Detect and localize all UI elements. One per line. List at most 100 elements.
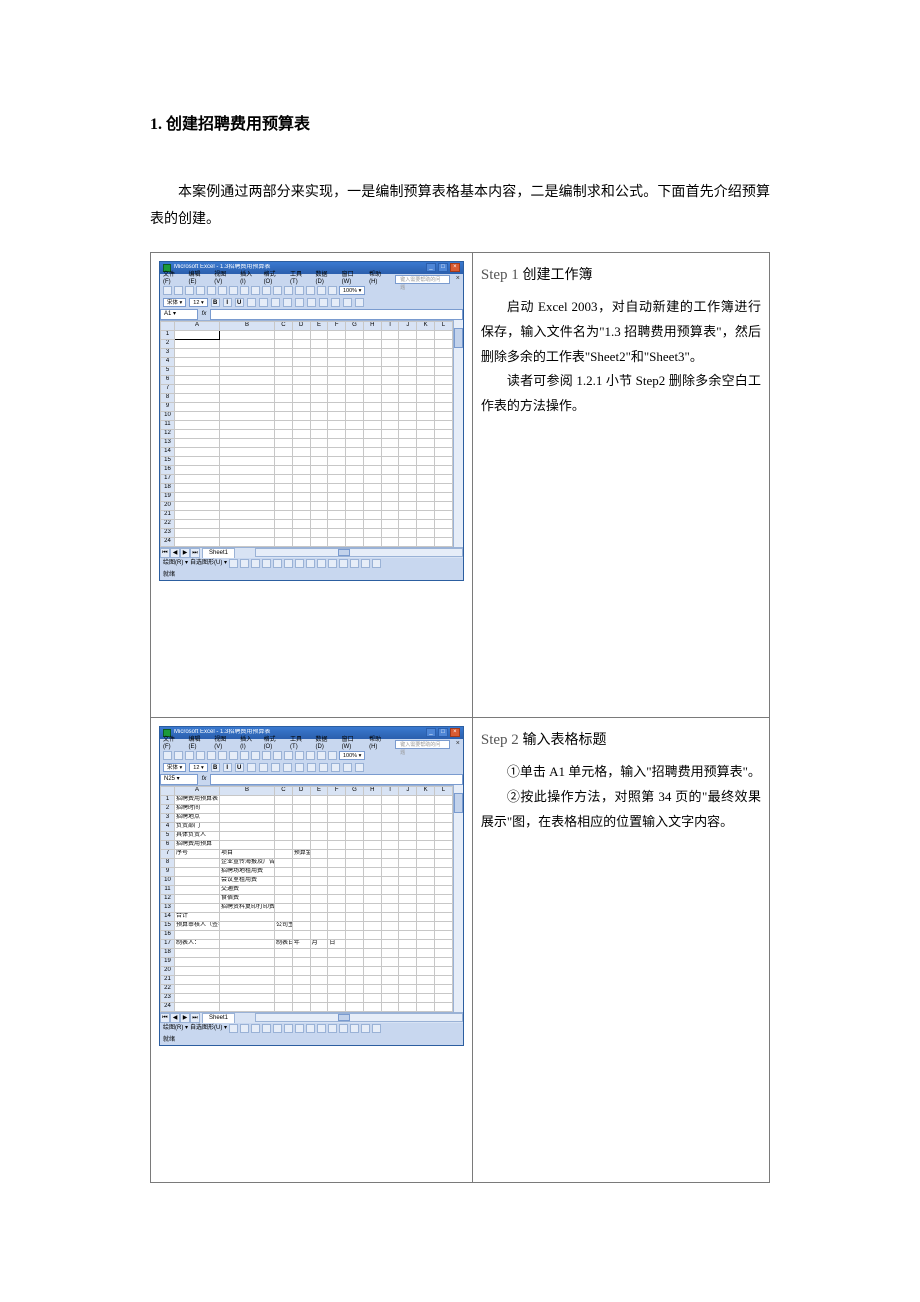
toolbar-button[interactable] [174, 751, 183, 760]
cell[interactable] [328, 822, 346, 831]
cell[interactable] [363, 948, 381, 957]
cell[interactable] [292, 357, 310, 366]
cell[interactable] [417, 831, 435, 840]
column-header[interactable]: A [175, 321, 220, 330]
cell[interactable] [363, 447, 381, 456]
cell[interactable] [346, 501, 364, 510]
cell[interactable] [399, 912, 417, 921]
cell[interactable] [292, 501, 310, 510]
cell[interactable] [346, 948, 364, 957]
cell[interactable] [417, 420, 435, 429]
worksheet-grid[interactable]: ABCDEFGHIJKL1招聘费用预算表2招聘时间3招聘地点4负责部门5具体负责… [160, 785, 453, 1012]
cell[interactable] [275, 456, 293, 465]
cell[interactable] [292, 483, 310, 492]
cell[interactable]: 项目 [220, 849, 275, 858]
cell[interactable]: 招聘费用预算表 [175, 795, 220, 804]
cell[interactable] [175, 429, 220, 438]
cell[interactable] [328, 483, 346, 492]
format-button[interactable] [319, 298, 328, 307]
format-button[interactable]: U [235, 298, 244, 307]
cell[interactable] [175, 420, 220, 429]
format-button[interactable] [355, 298, 364, 307]
cell[interactable] [328, 528, 346, 537]
cell[interactable] [435, 957, 453, 966]
menu-item[interactable]: 数据(D) [316, 272, 336, 285]
cell[interactable] [435, 1002, 453, 1011]
cell[interactable] [220, 429, 275, 438]
cell[interactable] [435, 339, 453, 348]
cell[interactable] [175, 957, 220, 966]
cell[interactable] [381, 894, 399, 903]
cell[interactable] [328, 903, 346, 912]
row-header[interactable]: 11 [161, 885, 175, 894]
tab-nav-prev[interactable]: ◀ [170, 1013, 180, 1023]
close-button[interactable]: × [450, 728, 460, 737]
cell[interactable] [328, 456, 346, 465]
cell[interactable] [417, 429, 435, 438]
drawing-button[interactable] [306, 1024, 315, 1033]
cell[interactable] [310, 858, 328, 867]
cell[interactable] [399, 528, 417, 537]
cell[interactable] [399, 813, 417, 822]
column-header[interactable]: K [417, 786, 435, 795]
cell[interactable] [275, 375, 293, 384]
maximize-button[interactable]: □ [438, 728, 448, 737]
autoshapes-menu[interactable]: 自选图形(U) ▾ [190, 560, 227, 567]
cell[interactable] [220, 930, 275, 939]
cell[interactable] [310, 795, 328, 804]
cell[interactable] [275, 483, 293, 492]
cell[interactable] [175, 465, 220, 474]
cell[interactable] [417, 957, 435, 966]
cell[interactable] [399, 894, 417, 903]
font-size-combo[interactable]: 12 ▾ [189, 763, 207, 772]
row-header[interactable]: 11 [161, 420, 175, 429]
cell[interactable] [292, 804, 310, 813]
cell[interactable] [346, 393, 364, 402]
cell[interactable] [292, 384, 310, 393]
drawing-button[interactable] [328, 559, 337, 568]
cell[interactable] [275, 501, 293, 510]
cell[interactable] [435, 537, 453, 546]
cell[interactable] [417, 813, 435, 822]
cell[interactable] [399, 420, 417, 429]
cell[interactable] [381, 822, 399, 831]
cell[interactable] [399, 330, 417, 339]
cell[interactable] [275, 366, 293, 375]
toolbar-button[interactable] [196, 286, 205, 295]
format-button[interactable] [271, 298, 280, 307]
cell[interactable] [220, 330, 275, 339]
cell[interactable] [310, 483, 328, 492]
cell[interactable] [175, 894, 220, 903]
cell[interactable] [328, 858, 346, 867]
cell[interactable] [399, 501, 417, 510]
toolbar-button[interactable] [163, 751, 172, 760]
cell[interactable] [292, 975, 310, 984]
row-header[interactable]: 3 [161, 813, 175, 822]
cell[interactable] [381, 903, 399, 912]
cell[interactable] [310, 366, 328, 375]
cell[interactable] [381, 474, 399, 483]
cell[interactable] [346, 438, 364, 447]
cell[interactable] [328, 348, 346, 357]
row-header[interactable]: 7 [161, 384, 175, 393]
cell[interactable] [310, 420, 328, 429]
cell[interactable] [417, 339, 435, 348]
cell[interactable] [417, 447, 435, 456]
drawing-button[interactable] [240, 1024, 249, 1033]
cell[interactable] [310, 903, 328, 912]
cell[interactable] [292, 420, 310, 429]
cell[interactable] [346, 348, 364, 357]
cell[interactable] [220, 966, 275, 975]
cell[interactable] [310, 966, 328, 975]
cell[interactable] [417, 840, 435, 849]
cell[interactable] [435, 528, 453, 537]
cell[interactable] [435, 849, 453, 858]
cell[interactable] [175, 447, 220, 456]
cell[interactable] [275, 411, 293, 420]
cell[interactable] [292, 510, 310, 519]
cell[interactable] [328, 912, 346, 921]
cell[interactable] [310, 330, 328, 339]
drawing-button[interactable] [295, 559, 304, 568]
cell[interactable] [175, 375, 220, 384]
format-button[interactable]: B [211, 763, 220, 772]
